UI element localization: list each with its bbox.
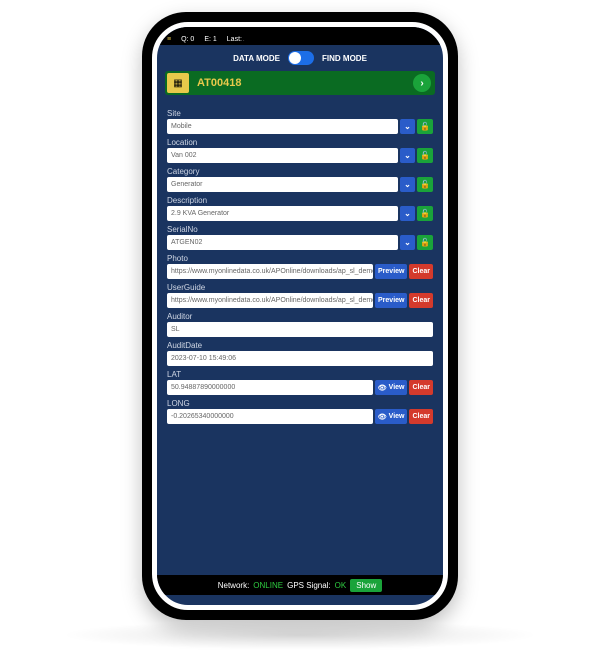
go-button[interactable]: › [413,74,431,92]
photo-input[interactable]: https://www.myonlinedata.co.uk/APOnline/… [167,264,373,279]
site-input[interactable]: Mobile [167,119,398,134]
auditor-input[interactable]: SL [167,322,433,337]
category-label: Category [167,167,433,176]
data-mode-label: DATA MODE [233,54,280,63]
serialno-unlock[interactable]: 🔓 [417,235,433,250]
queue-count: Q: 0 [181,36,194,43]
auditdate-label: AuditDate [167,341,433,350]
asset-id-bar: ▦ AT00418 › [165,71,435,95]
menu-icon[interactable]: ≡ [167,36,171,43]
userguide-clear-button[interactable]: Clear [409,293,433,308]
phone-frame: ≡ Q: 0 E: 1 Last: AT00418 DATA MODE FIND… [142,12,458,620]
gps-value: OK [335,581,347,590]
photo-clear-button[interactable]: Clear [409,264,433,279]
category-dropdown[interactable]: ⌄ [400,177,415,192]
show-button[interactable]: Show [350,579,382,592]
long-clear-button[interactable]: Clear [409,409,433,424]
long-input[interactable]: -0.20265340000000 [167,409,373,424]
field-site: Site Mobile ⌄ 🔓 [167,109,433,134]
network-value: ONLINE [253,581,283,590]
form-area: Site Mobile ⌄ 🔓 Location Van 002 ⌄ 🔓 Cat… [157,95,443,432]
unlock-icon: 🔓 [420,122,430,131]
field-userguide: UserGuide https://www.myonlinedata.co.uk… [167,283,433,308]
unlock-icon: 🔓 [420,151,430,160]
serialno-label: SerialNo [167,225,433,234]
asset-id[interactable]: AT00418 [197,77,407,89]
chevron-down-icon: ⌄ [404,122,411,131]
phone-notch [240,27,360,45]
network-label: Network: [218,581,250,590]
photo-preview-button[interactable]: Preview [375,264,407,279]
chevron-down-icon: ⌄ [404,238,411,247]
userguide-label: UserGuide [167,283,433,292]
find-mode-label: FIND MODE [322,54,367,63]
location-unlock[interactable]: 🔓 [417,148,433,163]
serialno-input[interactable]: ATGEN02 [167,235,398,250]
description-label: Description [167,196,433,205]
auditor-label: Auditor [167,312,433,321]
long-label: LONG [167,399,433,408]
app-screen: ≡ Q: 0 E: 1 Last: AT00418 DATA MODE FIND… [152,22,448,610]
field-serialno: SerialNo ATGEN02 ⌄ 🔓 [167,225,433,250]
field-auditdate: AuditDate 2023-07-10 15:49:06 [167,341,433,366]
lat-label: LAT [167,370,433,379]
description-input[interactable]: 2.9 KVA Generator [167,206,398,221]
chevron-down-icon: ⌄ [404,151,411,160]
drop-shadow [60,620,540,650]
location-label: Location [167,138,433,147]
field-long: LONG -0.20265340000000 View Clear [167,399,433,424]
location-dropdown[interactable]: ⌄ [400,148,415,163]
category-input[interactable]: Generator [167,177,398,192]
location-input[interactable]: Van 002 [167,148,398,163]
field-auditor: Auditor SL [167,312,433,337]
unlock-icon: 🔓 [420,180,430,189]
chevron-down-icon: ⌄ [404,209,411,218]
description-unlock[interactable]: 🔓 [417,206,433,221]
description-dropdown[interactable]: ⌄ [400,206,415,221]
site-dropdown[interactable]: ⌄ [400,119,415,134]
lat-input[interactable]: 50.94887890000000 [167,380,373,395]
photo-label: Photo [167,254,433,263]
userguide-input[interactable]: https://www.myonlinedata.co.uk/APOnline/… [167,293,373,308]
footer-bar: Network: ONLINE GPS Signal: OK Show [157,575,443,595]
long-view-button[interactable]: View [375,409,408,424]
site-label: Site [167,109,433,118]
field-category: Category Generator ⌄ 🔓 [167,167,433,192]
mode-toggle[interactable] [288,51,314,65]
gps-label: GPS Signal: [287,581,331,590]
field-lat: LAT 50.94887890000000 View Clear [167,370,433,395]
field-description: Description 2.9 KVA Generator ⌄ 🔓 [167,196,433,221]
error-count: E: 1 [204,36,216,43]
auditdate-input[interactable]: 2023-07-10 15:49:06 [167,351,433,366]
site-unlock[interactable]: 🔓 [417,119,433,134]
unlock-icon: 🔓 [420,238,430,247]
field-location: Location Van 002 ⌄ 🔓 [167,138,433,163]
lat-view-button[interactable]: View [375,380,408,395]
lat-clear-button[interactable]: Clear [409,380,433,395]
qr-icon[interactable]: ▦ [167,73,189,93]
chevron-down-icon: ⌄ [404,180,411,189]
mode-toggle-bar: DATA MODE FIND MODE [157,45,443,71]
unlock-icon: 🔓 [420,209,430,218]
category-unlock[interactable]: 🔓 [417,177,433,192]
serialno-dropdown[interactable]: ⌄ [400,235,415,250]
userguide-preview-button[interactable]: Preview [375,293,407,308]
field-photo: Photo https://www.myonlinedata.co.uk/APO… [167,254,433,279]
